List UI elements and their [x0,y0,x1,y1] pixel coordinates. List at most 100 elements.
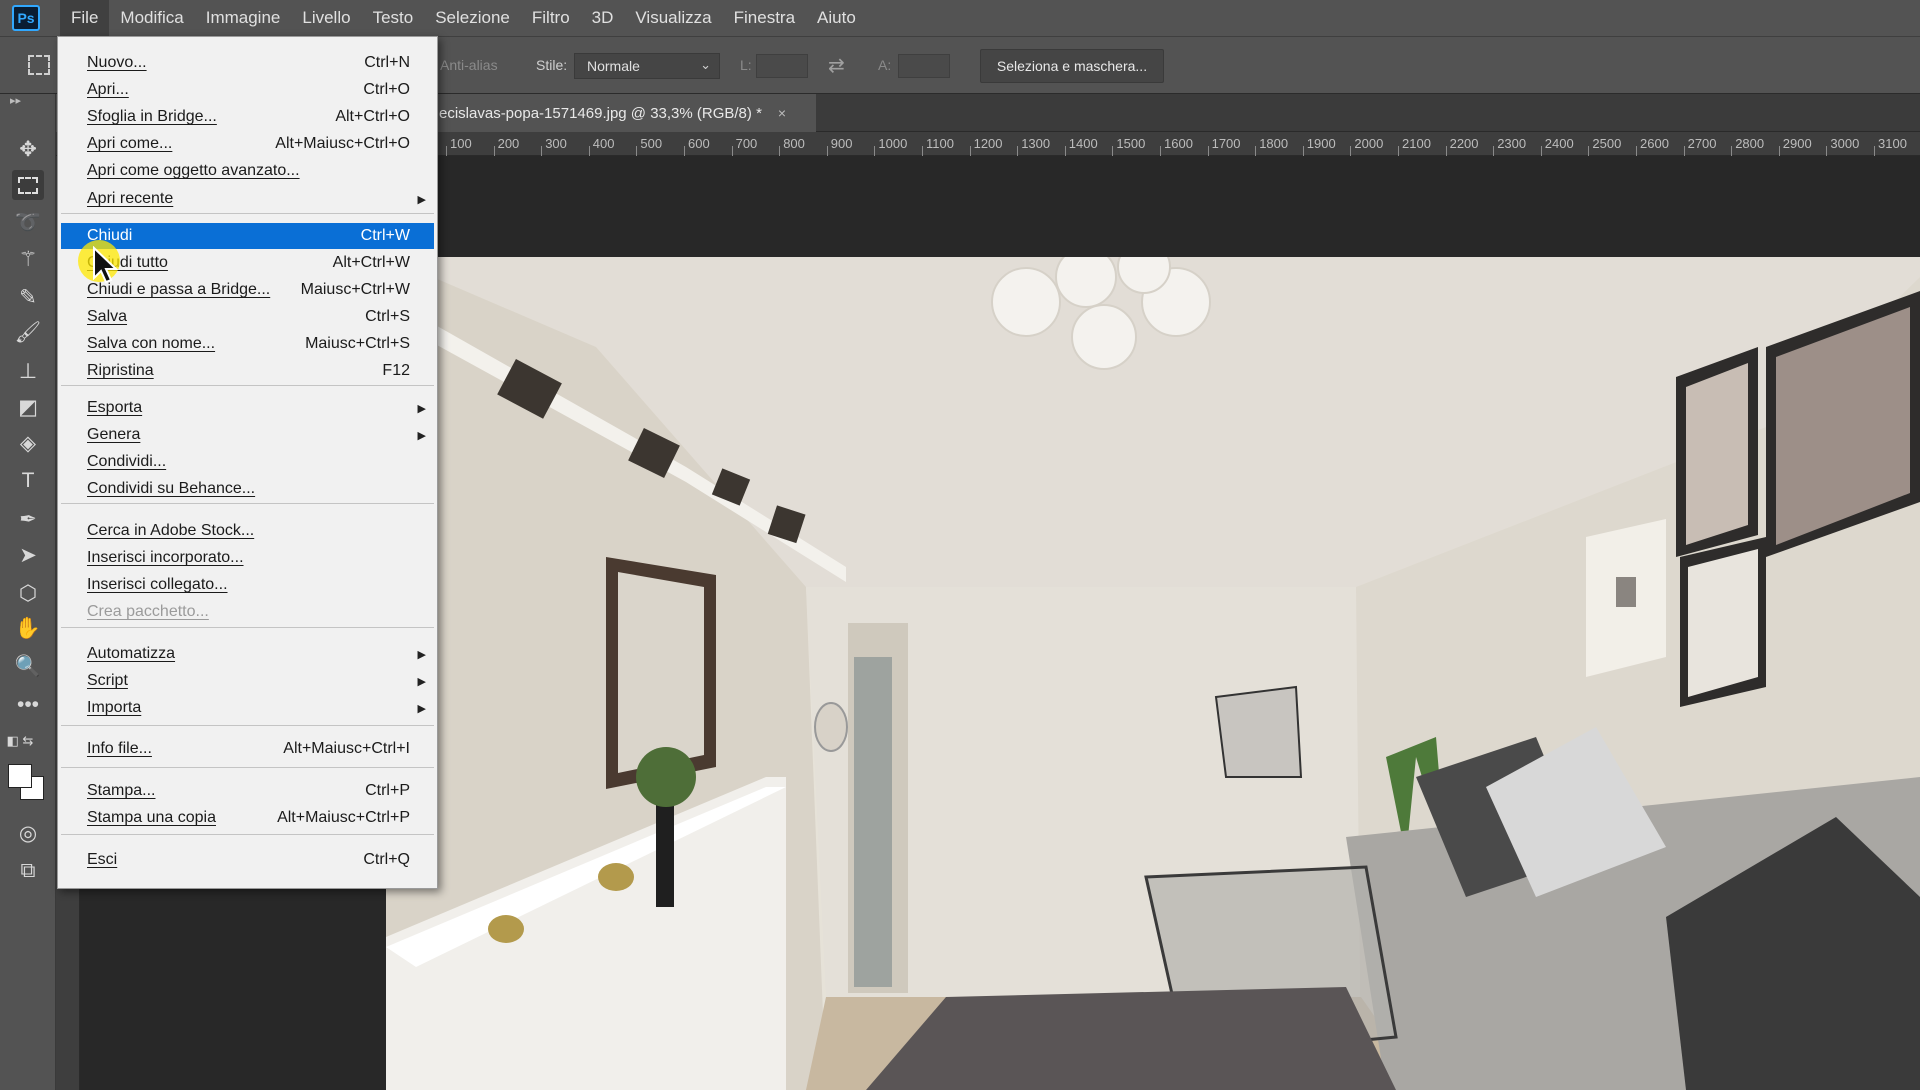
ruler-tick-mark [1540,146,1542,156]
menu-item-label: Apri recente [87,190,174,207]
file-menu-item-info-file[interactable]: Info file... Alt+Maiusc+Ctrl+I [61,736,434,762]
path-select-icon[interactable]: ➤ [12,540,44,570]
close-icon[interactable]: × [778,105,786,121]
width-label: L: [740,57,752,73]
file-menu-item-importa[interactable]: Importa ▶ [61,695,434,721]
menu-selezione[interactable]: Selezione [424,0,521,36]
living-room-photo [386,257,1920,1090]
ruler-tick-label: 600 [688,136,710,151]
ruler-tick-mark [1255,146,1257,156]
file-menu-item-apri-come-oggetto-avanzato[interactable]: Apri come oggetto avanzato... [61,158,434,184]
collapse-icon[interactable]: ▸▸ [10,94,21,107]
swap-icon[interactable]: ⇄ [828,53,845,78]
file-menu-item-inserisci-incorporato[interactable]: Inserisci incorporato... [61,545,434,571]
menu-item-label: Apri... [87,81,129,98]
menu-item-label: Importa [87,699,142,716]
menu-item-shortcut: Ctrl+O [363,81,410,98]
menu-item-shortcut: Alt+Maiusc+Ctrl+I [283,740,410,757]
file-menu-item-genera[interactable]: Genera ▶ [61,422,434,448]
file-menu-item-nuovo[interactable]: Nuovo... Ctrl+N [61,50,434,76]
style-label: Stile: [536,57,568,73]
ruler-tick-label: 2000 [1354,136,1384,151]
file-menu-item-esporta[interactable]: Esporta ▶ [61,395,434,421]
ruler-tick-mark [826,146,828,156]
pen-icon[interactable]: ✒ [12,504,44,534]
move-icon[interactable]: ✥ [12,134,44,164]
file-menu-item-ripristina[interactable]: Ripristina F12 [61,358,434,384]
marquee-preset-icon[interactable] [28,55,50,75]
menu-modifica[interactable]: Modifica [109,0,194,36]
ruler-tick-mark [1778,146,1780,156]
ruler-tick-mark [731,146,733,156]
document-image[interactable] [386,257,1920,1090]
ruler-tick-mark [1493,146,1495,156]
menu-item-label: Apri come oggetto avanzato... [87,162,300,179]
file-menu-item-condividi-su-behance[interactable]: Condividi su Behance... [61,476,434,502]
width-field[interactable] [756,54,808,78]
screen-mode-icon[interactable]: ⧉ [12,856,44,886]
paint-bucket-icon[interactable]: ◈ [12,428,44,458]
ruler-tick-mark [1207,146,1209,156]
ruler-tick-mark [1874,146,1875,156]
menu-item-shortcut: Alt+Ctrl+W [332,254,410,271]
ruler-tick-mark [874,146,876,156]
file-menu-item-salva-con-nome[interactable]: Salva con nome... Maiusc+Ctrl+S [61,331,434,357]
shape-icon[interactable]: ⬡ [12,578,44,608]
lasso-icon[interactable]: ➰ [12,208,44,238]
marquee-icon[interactable] [12,170,44,200]
magic-wand-icon[interactable]: ⚚ [12,244,44,274]
file-menu-item-apri-come[interactable]: Apri come... Alt+Maiusc+Ctrl+O [61,131,434,157]
menu-immagine[interactable]: Immagine [195,0,292,36]
menu-item-label: Nuovo... [87,54,147,71]
menu-item-shortcut: Maiusc+Ctrl+S [305,335,410,352]
file-menu-item-apri[interactable]: Apri... Ctrl+O [61,77,434,103]
menu-visualizza[interactable]: Visualizza [624,0,722,36]
file-menu-item-stampa-una-copia[interactable]: Stampa una copia Alt+Maiusc+Ctrl+P [61,805,434,831]
file-menu-item-stampa[interactable]: Stampa... Ctrl+P [61,778,434,804]
menu-livello[interactable]: Livello [291,0,361,36]
ruler-tick-label: 2400 [1544,136,1574,151]
ruler-tick-mark [493,146,495,156]
type-icon[interactable]: T [12,466,44,496]
ruler-tick-label: 1800 [1259,136,1289,151]
menu-filtro[interactable]: Filtro [521,0,581,36]
default-colors-icon[interactable]: ◧ ⇆ [4,726,36,756]
file-menu-item-sfoglia-in-bridge[interactable]: Sfoglia in Bridge... Alt+Ctrl+O [61,104,434,130]
file-menu-item-salva[interactable]: Salva Ctrl+S [61,304,434,330]
menu-item-label: Sfoglia in Bridge... [87,108,217,125]
file-menu-item-automatizza[interactable]: Automatizza ▶ [61,641,434,667]
ruler-tick-mark [446,146,447,156]
menu-aiuto[interactable]: Aiuto [806,0,867,36]
file-menu-item-apri-recente[interactable]: Apri recente ▶ [61,186,434,212]
quick-mask-icon[interactable]: ◎ [12,818,44,848]
select-and-mask-button[interactable]: Seleziona e maschera... [980,49,1164,83]
menu-finestra[interactable]: Finestra [723,0,806,36]
more-icon[interactable]: ••• [12,690,44,720]
file-menu-item-condividi[interactable]: Condividi... [61,449,434,475]
brush-icon[interactable]: 🖌 [12,318,44,348]
file-menu-item-esci[interactable]: Esci Ctrl+Q [61,847,434,873]
eraser-icon[interactable]: ◩ [12,392,44,422]
stamp-icon[interactable]: ⊥ [12,356,44,386]
file-menu-item-cerca-in-adobe-stock[interactable]: Cerca in Adobe Stock... [61,518,434,544]
eyedropper-icon[interactable]: ✎ [12,282,44,312]
submenu-arrow-icon: ▶ [417,675,426,688]
style-select[interactable]: Normale ⌄ [574,53,720,79]
file-menu-item-script[interactable]: Script ▶ [61,668,434,694]
zoom-icon[interactable]: 🔍 [12,652,44,682]
ruler-tick-mark [1683,146,1685,156]
menu-item-shortcut: Ctrl+P [365,782,410,799]
foreground-color-swatch[interactable] [8,764,32,788]
menu-separator [61,834,434,835]
menu-3d[interactable]: 3D [581,0,625,36]
menu-file[interactable]: File [60,0,110,36]
menu-item-label: Genera [87,426,141,443]
height-field[interactable] [898,54,950,78]
ruler-tick-mark [1064,146,1066,156]
ruler-tick-label: 200 [497,136,520,151]
menu-testo[interactable]: Testo [362,0,425,36]
submenu-arrow-icon: ▶ [417,702,426,715]
file-menu-item-inserisci-collegato[interactable]: Inserisci collegato... [61,572,434,598]
ruler-tick-mark [1826,146,1828,156]
hand-icon[interactable]: ✋ [12,614,44,644]
